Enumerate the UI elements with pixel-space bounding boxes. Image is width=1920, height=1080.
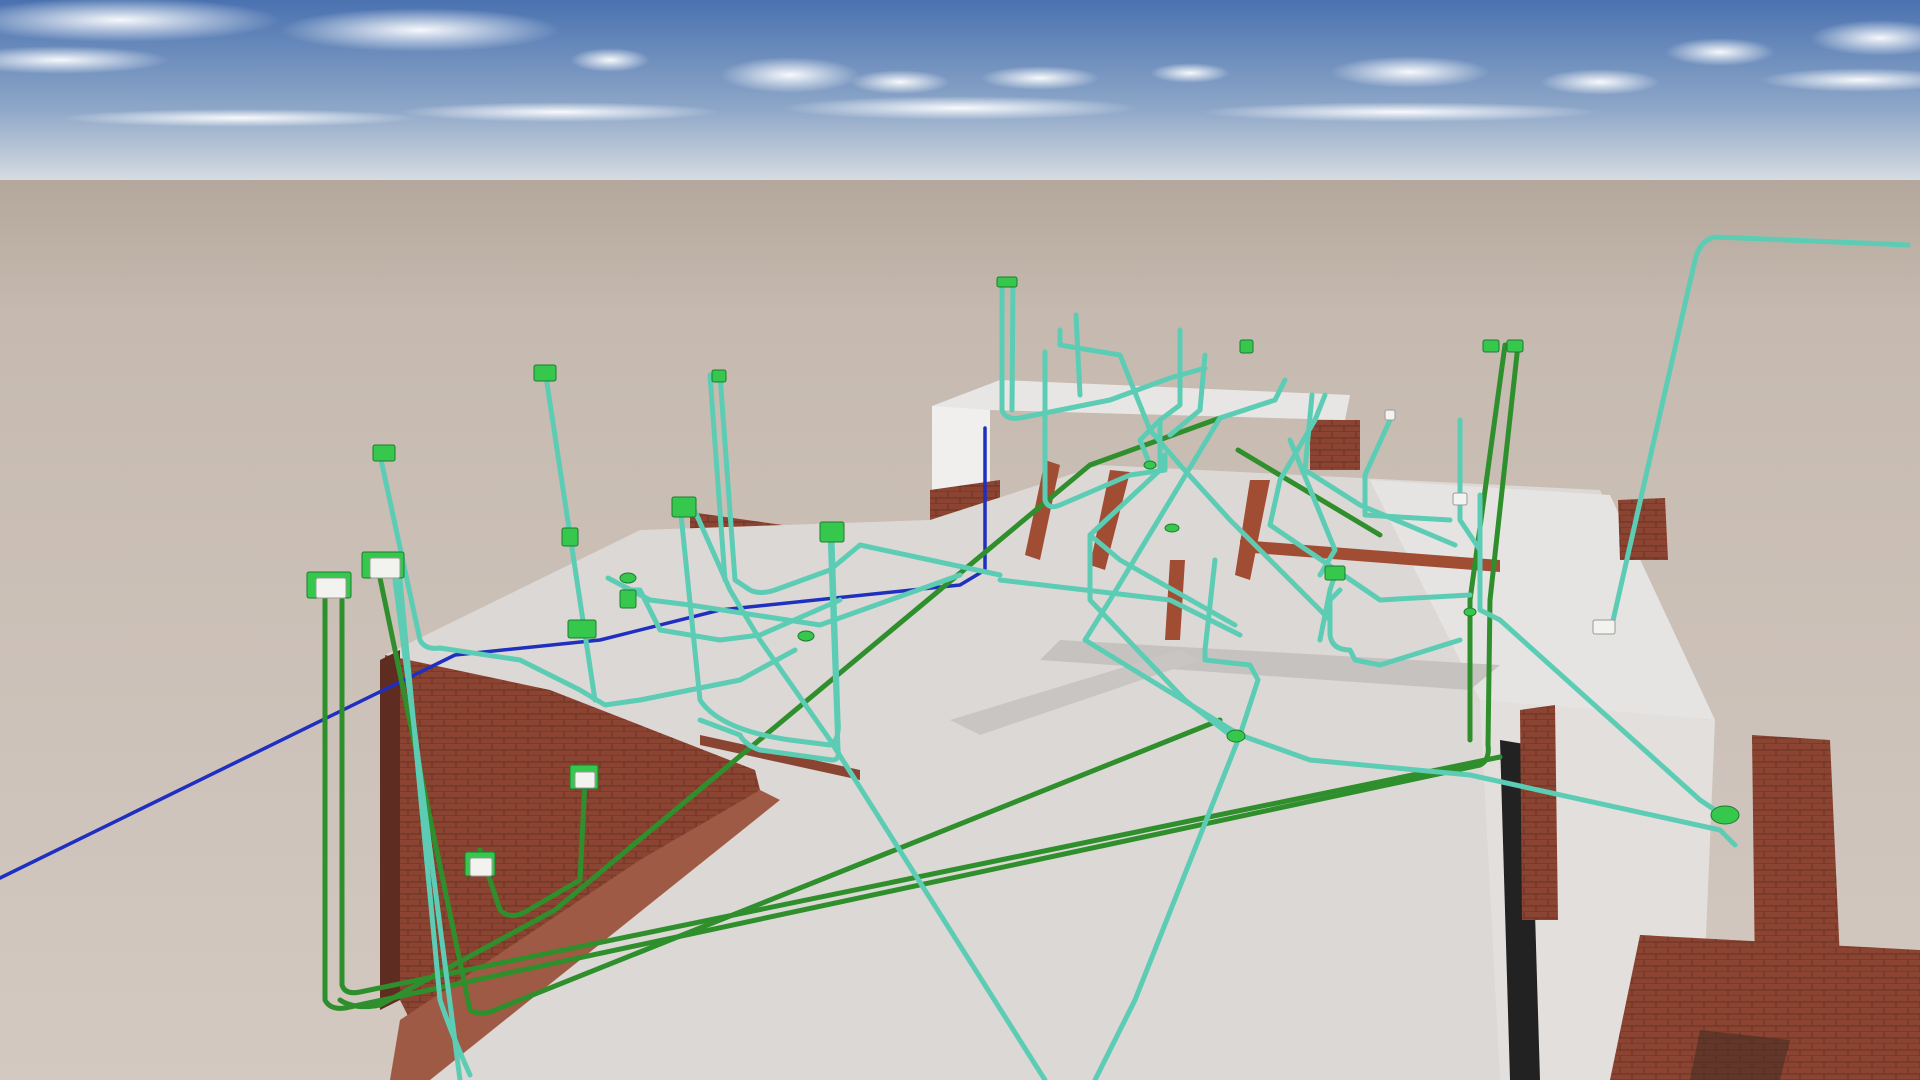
junction-box xyxy=(1506,339,1524,353)
scene-svg xyxy=(0,0,1920,1080)
junction-box xyxy=(1226,729,1246,743)
junction-box xyxy=(619,572,637,584)
junction-box xyxy=(1164,523,1180,533)
junction-box xyxy=(533,364,557,382)
junction-box xyxy=(1239,339,1254,354)
junction-box xyxy=(671,496,697,518)
render-scene xyxy=(0,0,1920,1080)
junction-box xyxy=(1482,339,1500,353)
junction-box xyxy=(797,630,815,642)
junction-box xyxy=(1463,607,1477,617)
switch-box xyxy=(567,619,597,639)
junction-box xyxy=(1143,460,1157,470)
junction-box xyxy=(372,444,396,462)
junction-box xyxy=(1710,805,1740,825)
junction-box xyxy=(1324,565,1346,581)
junction-box xyxy=(711,369,727,383)
junction-box xyxy=(819,521,845,543)
junction-box xyxy=(996,276,1018,288)
junction-box xyxy=(619,589,637,609)
junction-box xyxy=(561,527,579,547)
